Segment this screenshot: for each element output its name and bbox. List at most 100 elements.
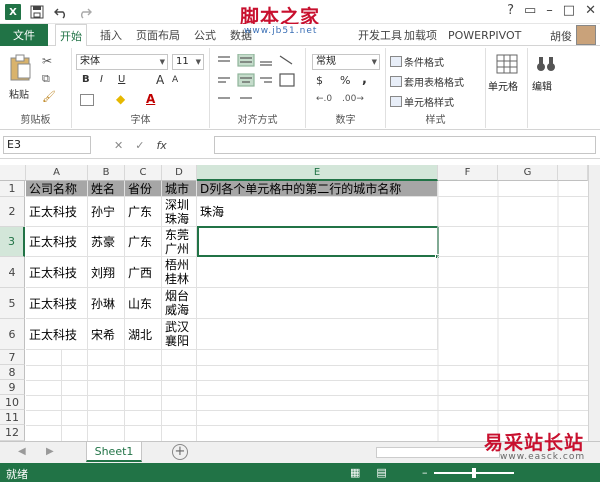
tab-powerpivot[interactable]: POWERPIVOT (444, 24, 525, 46)
paste-icon[interactable] (8, 54, 32, 85)
fill-color-icon[interactable]: ◆ (116, 92, 125, 106)
tab-page-layout[interactable]: 页面布局 (132, 24, 184, 46)
close-icon[interactable]: ✕ (585, 3, 596, 18)
row-header-3[interactable]: 3 (0, 227, 25, 257)
font-name-select[interactable]: 宋体 ▼ (76, 54, 168, 70)
cut-icon[interactable]: ✂ (42, 54, 52, 68)
ribbon-display-icon[interactable]: ▭ (524, 3, 536, 18)
worksheet-grid[interactable]: A B C D E F G 1 2 3 4 5 6 7 8 9 10 11 12… (0, 165, 600, 441)
copy-icon[interactable]: ⧉ (42, 72, 50, 86)
increase-decimal-icon[interactable]: ←.0 (316, 94, 332, 104)
cells-button[interactable]: 单元格 (488, 78, 518, 93)
underline-button[interactable]: U (118, 74, 125, 85)
row-header-2[interactable]: 2 (0, 197, 25, 227)
editing-group: 编辑 (528, 48, 564, 128)
minimize-icon[interactable]: – (546, 3, 553, 18)
row-header-5[interactable]: 5 (0, 288, 25, 319)
vertical-scrollbar[interactable] (588, 165, 600, 441)
column-header-g[interactable]: G (498, 165, 558, 181)
normal-view-icon[interactable]: ▦ (350, 466, 360, 479)
maximize-icon[interactable]: □ (563, 3, 575, 18)
tab-insert[interactable]: 插入 (96, 24, 126, 46)
font-grow-button[interactable]: A (156, 73, 164, 87)
editing-button[interactable]: 编辑 (532, 78, 552, 93)
row-header-4[interactable]: 4 (0, 257, 25, 288)
zoom-knob[interactable] (471, 467, 476, 478)
binoculars-icon[interactable] (536, 54, 556, 77)
conditional-format-button[interactable]: 条件格式 (390, 54, 444, 69)
row-header-1[interactable]: 1 (0, 181, 25, 197)
tab-developer[interactable]: 开发工具 (354, 24, 406, 46)
format-painter-icon[interactable]: 🖌 (42, 90, 56, 103)
avatar[interactable] (576, 25, 596, 45)
horizontal-scrollbar[interactable] (376, 447, 500, 458)
sheet-prev-icon[interactable]: ◀ (18, 446, 26, 457)
borders-icon[interactable] (80, 94, 94, 106)
italic-button[interactable]: I (100, 74, 103, 85)
tab-addins[interactable]: 加载项 (400, 24, 441, 46)
name-box[interactable]: E3 (3, 136, 91, 154)
select-all-corner[interactable] (0, 165, 26, 181)
ribbon-home: 粘贴 ✂ ⧉ 🖌 剪贴板 宋体▼ 11▼ B I U A A ◆ A 字体 (0, 46, 600, 130)
currency-button[interactable]: $ (316, 74, 323, 87)
column-header-b[interactable]: B (88, 165, 125, 181)
watermark-bottom: 易采站长站 (484, 432, 585, 454)
redo-icon[interactable] (76, 3, 94, 21)
sheet-next-icon[interactable]: ▶ (46, 446, 54, 457)
row-header-10[interactable]: 10 (0, 395, 25, 410)
excel-logo-icon: X (4, 3, 22, 21)
font-label: 字体 (130, 115, 151, 126)
tab-file[interactable]: 文件 (0, 24, 48, 46)
chevron-down-icon: ▼ (195, 58, 201, 66)
column-header-d[interactable]: D (162, 165, 197, 181)
row-header-8[interactable]: 8 (0, 365, 25, 380)
cancel-icon[interactable]: ✕ (114, 139, 123, 152)
comma-button[interactable]: , (362, 72, 367, 87)
zoom-out-icon[interactable]: – (422, 466, 428, 479)
page-layout-view-icon[interactable]: ▤ (376, 466, 386, 479)
row-header-6[interactable]: 6 (0, 319, 25, 350)
fx-icon[interactable]: fx (156, 139, 166, 152)
quick-access-toolbar: X (4, 3, 94, 21)
ribbon-tabs: 文件 开始 插入 页面布局 公式 数据 www.jb51.net 开发工具 加载… (0, 24, 600, 47)
watermark-url: www.jb51.net (244, 26, 318, 36)
formula-input[interactable] (214, 136, 596, 154)
alignment-group: 对齐方式 (210, 48, 306, 128)
row-header-9[interactable]: 9 (0, 380, 25, 395)
enter-icon[interactable]: ✓ (135, 139, 144, 152)
tab-home[interactable]: 开始 (55, 24, 87, 47)
cell-styles-button[interactable]: 单元格样式 (390, 94, 454, 109)
column-header-c[interactable]: C (125, 165, 162, 181)
cells-icon[interactable] (496, 54, 518, 77)
undo-icon[interactable] (52, 3, 70, 21)
save-icon[interactable] (28, 3, 46, 21)
zoom-slider[interactable] (433, 467, 514, 478)
conditional-format-icon (390, 56, 402, 67)
column-header-e[interactable]: E (197, 165, 438, 181)
paste-button[interactable]: 粘贴 (9, 86, 29, 101)
chevron-down-icon: ▼ (371, 58, 377, 66)
help-icon[interactable]: ? (507, 3, 514, 18)
sheet-tab-sheet1[interactable]: Sheet1 (86, 442, 142, 462)
font-size-select[interactable]: 11 ▼ (172, 54, 204, 70)
font-color-icon[interactable]: A (146, 92, 155, 106)
bold-button[interactable]: B (82, 74, 90, 85)
styles-group: 条件格式 套用表格格式 单元格样式 样式 (386, 48, 486, 128)
column-header-f[interactable]: F (438, 165, 498, 181)
window-controls: ? ▭ – □ ✕ (507, 3, 596, 18)
add-sheet-icon[interactable]: + (172, 444, 188, 460)
tab-formulas[interactable]: 公式 (190, 24, 220, 46)
row-header-12[interactable]: 12 (0, 425, 25, 441)
alignment-buttons-icon[interactable] (216, 54, 300, 104)
percent-button[interactable]: % (340, 74, 350, 87)
row-header-11[interactable]: 11 (0, 410, 25, 425)
font-shrink-button[interactable]: A (172, 75, 178, 85)
watermark-bottom-url: www.easck.com (500, 452, 586, 462)
chevron-down-icon: ▼ (159, 58, 165, 66)
row-header-7[interactable]: 7 (0, 350, 25, 365)
format-as-table-button[interactable]: 套用表格格式 (390, 74, 464, 89)
number-format-select[interactable]: 常规 ▼ (312, 54, 380, 70)
user-name[interactable]: 胡俊 (550, 28, 572, 44)
column-header-a[interactable]: A (26, 165, 88, 181)
decrease-decimal-icon[interactable]: .00→ (342, 94, 364, 104)
